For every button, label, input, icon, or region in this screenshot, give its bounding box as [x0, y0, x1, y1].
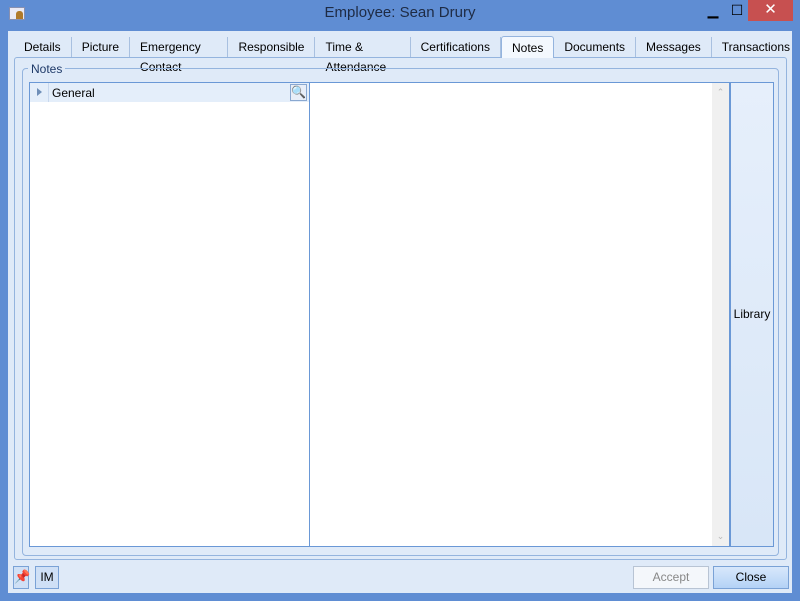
expand-arrow-icon[interactable]: [30, 83, 49, 102]
note-text-area[interactable]: ⌃ ⌄: [310, 82, 730, 547]
window-title: Employee: Sean Drury: [324, 4, 476, 21]
tab-emergency-contact[interactable]: Emergency Contact: [130, 37, 229, 74]
tab-time-attendance[interactable]: Time & Attendance: [315, 37, 411, 74]
close-window-button[interactable]: ✕: [748, 0, 793, 21]
minimize-button[interactable]: ▁: [700, 0, 726, 21]
pin-icon[interactable]: 📌: [13, 566, 30, 589]
scroll-down-icon[interactable]: ⌄: [712, 531, 729, 542]
accept-button[interactable]: Accept: [633, 566, 709, 589]
tab-picture[interactable]: Picture: [72, 37, 131, 57]
scroll-up-icon[interactable]: ⌃: [712, 87, 729, 98]
tab-certifications[interactable]: Certifications: [411, 37, 501, 57]
maximize-button[interactable]: ☐: [724, 0, 750, 21]
tab-strip: Details Picture Emergency Contact Respon…: [14, 36, 800, 74]
list-item[interactable]: General 🔍: [30, 83, 309, 102]
group-label: Notes: [28, 62, 66, 76]
tab-responsible[interactable]: Responsible: [228, 37, 316, 57]
list-item-label: General: [52, 86, 95, 100]
notes-category-list[interactable]: General 🔍: [29, 82, 310, 547]
tab-transactions[interactable]: Transactions: [712, 37, 800, 57]
tab-messages[interactable]: Messages: [636, 37, 712, 57]
vertical-scrollbar[interactable]: ⌃ ⌄: [712, 83, 729, 546]
tab-notes[interactable]: Notes: [500, 36, 555, 58]
tab-documents[interactable]: Documents: [554, 37, 637, 57]
library-button[interactable]: Library: [730, 82, 774, 547]
tab-details[interactable]: Details: [14, 37, 72, 57]
im-button[interactable]: IM: [35, 566, 59, 589]
close-button[interactable]: Close: [713, 566, 789, 589]
zoom-icon[interactable]: 🔍: [290, 84, 307, 101]
